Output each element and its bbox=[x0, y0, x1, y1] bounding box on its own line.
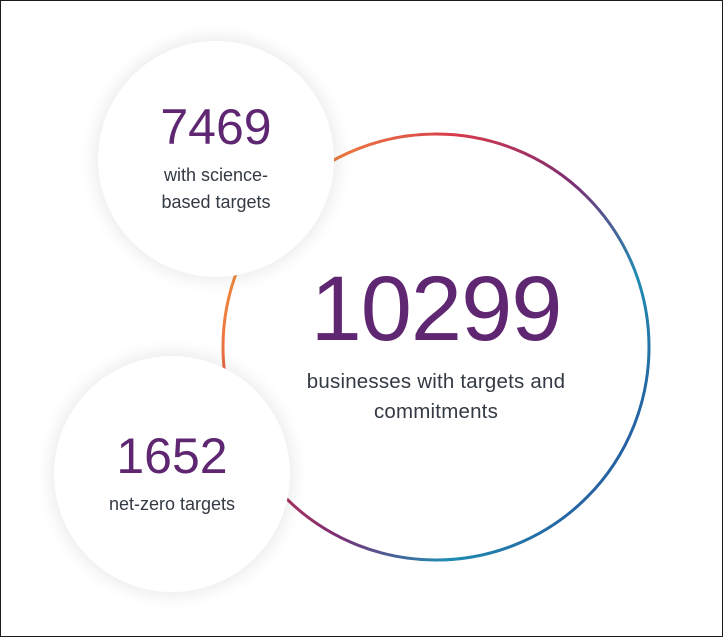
net-zero-targets-caption: net-zero targets bbox=[108, 493, 236, 514]
businesses-caption-line2: commitments bbox=[373, 400, 499, 423]
science-based-targets-bubble: 7469 with science- based targets bbox=[98, 41, 334, 277]
businesses-with-targets-stat: 10299 businesses with targets and commit… bbox=[231, 263, 641, 427]
businesses-with-targets-caption: businesses with targets and commitments bbox=[231, 367, 641, 427]
science-based-targets-count: 7469 bbox=[160, 99, 272, 155]
infographic-frame: 7469 with science- based targets 1652 ne… bbox=[0, 0, 723, 637]
science-based-caption-line1: with science- bbox=[163, 165, 269, 185]
net-zero-targets-count: 1652 bbox=[116, 427, 228, 484]
businesses-caption-line1: businesses with targets and bbox=[306, 370, 566, 393]
businesses-with-targets-count: 10299 bbox=[310, 258, 563, 360]
science-based-caption-line2: based targets bbox=[161, 192, 271, 212]
science-based-targets-caption: with science- based targets bbox=[141, 162, 291, 216]
